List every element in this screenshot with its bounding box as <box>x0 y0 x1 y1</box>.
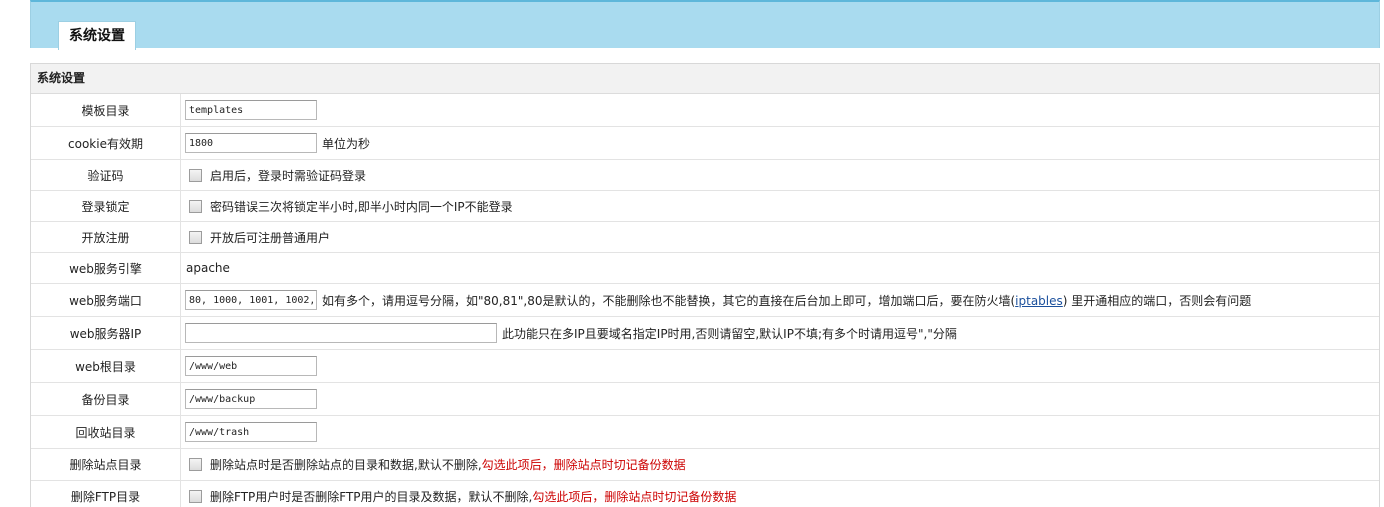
captcha-checkbox[interactable] <box>189 168 202 182</box>
trash-dir-input[interactable] <box>185 422 317 442</box>
row-login-lock: 登录锁定 密码错误三次将锁定半小时,即半小时内同一个IP不能登录 <box>31 191 1379 222</box>
row-delete-site-dir: 删除站点目录 删除站点时是否删除站点的目录和数据,默认不删除, 勾选此项后，删除站… <box>31 449 1379 481</box>
web-engine-value: apache <box>186 261 230 275</box>
label-backup-dir: 备份目录 <box>31 383 181 415</box>
row-web-server-ip: web服务器IP 此功能只在多IP且要域名指定IP时用,否则请留空,默认IP不填… <box>31 317 1379 350</box>
delete-ftp-dir-hint: 删除FTP用户时是否删除FTP用户的目录及数据，默认不删除, <box>210 490 533 504</box>
label-registration: 开放注册 <box>31 222 181 252</box>
delete-ftp-dir-warning: 勾选此项后，删除站点时切记备份数据 <box>532 490 737 504</box>
login-lock-hint: 密码错误三次将锁定半小时,即半小时内同一个IP不能登录 <box>210 199 513 214</box>
web-server-ip-input[interactable] <box>185 323 497 343</box>
label-cookie: cookie有效期 <box>31 127 181 159</box>
web-server-ip-hint: 此功能只在多IP且要域名指定IP时用,否则请留空,默认IP不填;有多个时请用逗号… <box>502 326 957 341</box>
label-web-engine: web服务引擎 <box>31 253 181 283</box>
web-root-input[interactable] <box>185 356 317 376</box>
value-cookie: 单位为秒 <box>181 127 1379 159</box>
cookie-hint: 单位为秒 <box>322 136 371 151</box>
label-web-server-ip: web服务器IP <box>31 317 181 349</box>
value-delete-site-dir: 删除站点时是否删除站点的目录和数据,默认不删除, 勾选此项后，删除站点时切记备份数… <box>181 449 1379 480</box>
delete-site-dir-checkbox[interactable] <box>189 458 202 471</box>
captcha-hint: 启用后，登录时需验证码登录 <box>210 168 367 183</box>
label-captcha: 验证码 <box>31 160 181 190</box>
value-web-engine: apache <box>181 253 1379 283</box>
delete-ftp-dir-checkbox[interactable] <box>189 490 202 503</box>
row-web-root: web根目录 <box>31 350 1379 383</box>
web-ports-hint-after: ) 里开通相应的端口，否则会有问题 <box>1062 293 1252 308</box>
label-trash-dir: 回收站目录 <box>31 416 181 448</box>
label-delete-site-dir: 删除站点目录 <box>31 449 181 480</box>
row-backup-dir: 备份目录 <box>31 383 1379 416</box>
row-delete-ftp-dir: 删除FTP目录 删除FTP用户时是否删除FTP用户的目录及数据，默认不删除, 勾选… <box>31 481 1379 507</box>
cookie-input[interactable] <box>185 133 317 153</box>
registration-checkbox[interactable] <box>189 230 202 244</box>
web-ports-hint: 如有多个，请用逗号分隔，如"80,81",80是默认的，不能删除也不能替换，其它… <box>322 292 1251 309</box>
row-registration: 开放注册 开放后可注册普通用户 <box>31 222 1379 253</box>
login-lock-checkbox[interactable] <box>189 199 202 213</box>
value-captcha: 启用后，登录时需验证码登录 <box>181 160 1379 190</box>
tab-system-settings[interactable]: 系统设置 <box>58 21 136 50</box>
value-login-lock: 密码错误三次将锁定半小时,即半小时内同一个IP不能登录 <box>181 191 1379 221</box>
row-templates: 模板目录 <box>31 94 1379 127</box>
row-web-engine: web服务引擎 apache <box>31 253 1379 284</box>
web-ports-hint-before: 如有多个，请用逗号分隔，如"80,81",80是默认的，不能删除也不能替换，其它… <box>322 293 1016 308</box>
registration-hint: 开放后可注册普通用户 <box>210 230 331 245</box>
iptables-link[interactable]: iptables <box>1015 294 1063 308</box>
page-header: 系统设置 <box>30 0 1380 50</box>
value-registration: 开放后可注册普通用户 <box>181 222 1379 252</box>
row-captcha: 验证码 启用后，登录时需验证码登录 <box>31 160 1379 191</box>
label-delete-ftp-dir: 删除FTP目录 <box>31 481 181 507</box>
web-ports-input[interactable] <box>185 290 317 310</box>
label-login-lock: 登录锁定 <box>31 191 181 221</box>
templates-input[interactable] <box>185 100 317 120</box>
value-web-root <box>181 350 1379 382</box>
settings-panel: 系统设置 模板目录 cookie有效期 单位为秒 验证码 启用后，登录时需验证码… <box>30 63 1380 507</box>
value-templates <box>181 94 1379 126</box>
value-backup-dir <box>181 383 1379 415</box>
row-trash-dir: 回收站目录 <box>31 416 1379 449</box>
value-delete-ftp-dir: 删除FTP用户时是否删除FTP用户的目录及数据，默认不删除, 勾选此项后，删除站点… <box>181 481 1379 507</box>
backup-dir-input[interactable] <box>185 389 317 409</box>
value-web-server-ip: 此功能只在多IP且要域名指定IP时用,否则请留空,默认IP不填;有多个时请用逗号… <box>181 317 1379 349</box>
settings-page: 系统设置 系统设置 模板目录 cookie有效期 单位为秒 验证码 启用后，登录… <box>0 0 1384 507</box>
panel-title: 系统设置 <box>31 64 1379 94</box>
left-margin <box>0 0 30 507</box>
label-web-ports: web服务端口 <box>31 284 181 316</box>
label-templates: 模板目录 <box>31 94 181 126</box>
row-web-ports: web服务端口 如有多个，请用逗号分隔，如"80,81",80是默认的，不能删除… <box>31 284 1379 317</box>
delete-site-dir-hint: 删除站点时是否删除站点的目录和数据,默认不删除, <box>210 458 482 472</box>
row-cookie: cookie有效期 单位为秒 <box>31 127 1379 160</box>
label-web-root: web根目录 <box>31 350 181 382</box>
value-web-ports: 如有多个，请用逗号分隔，如"80,81",80是默认的，不能删除也不能替换，其它… <box>181 284 1379 316</box>
delete-site-dir-warning: 勾选此项后，删除站点时切记备份数据 <box>481 458 686 472</box>
value-trash-dir <box>181 416 1379 448</box>
